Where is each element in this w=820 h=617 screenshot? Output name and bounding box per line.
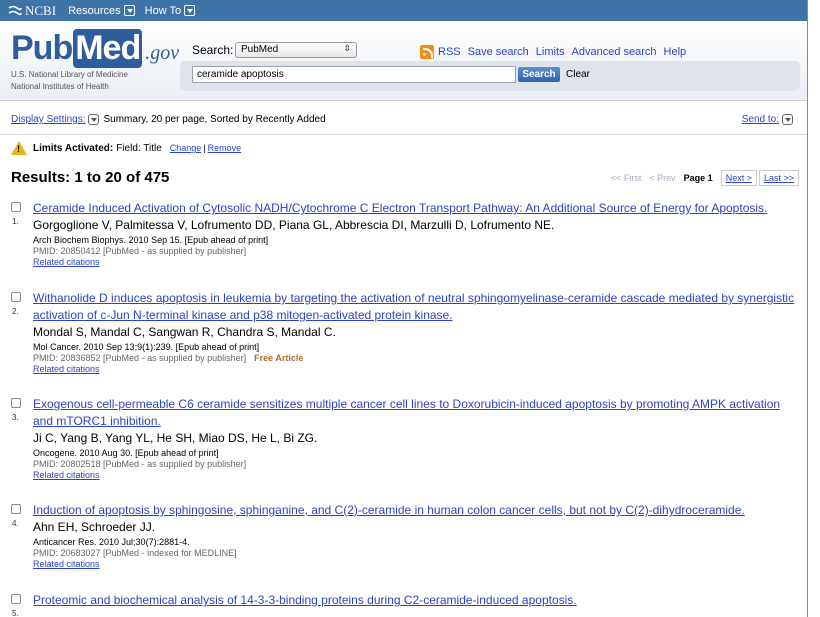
result-number: 3. — [12, 413, 19, 422]
chevron-down-icon[interactable] — [88, 114, 100, 125]
limits-remove-link[interactable]: Remove — [208, 143, 242, 153]
result-authors: Ji C, Yang B, Yang YL, He SH, Miao DS, H… — [33, 431, 318, 445]
result-title-link[interactable]: Withanolide D induces apoptosis in leuke… — [33, 290, 801, 324]
related-citations-link[interactable]: Related citations — [33, 470, 801, 481]
logo-subtitle-1: U.S. National Library of Medicine — [11, 70, 128, 79]
logo-subtitle-2: National Institutes of Health — [11, 82, 109, 91]
clear-button[interactable]: Clear — [566, 69, 590, 80]
logo-med: Med — [73, 29, 143, 68]
howto-label: How To — [144, 4, 182, 17]
search-label: Search: — [192, 43, 234, 57]
result-item-1: 1. Ceramide Induced Activation of Cytoso… — [11, 200, 801, 268]
resources-menu[interactable]: Resources — [68, 5, 135, 17]
database-select-value: PubMed — [241, 44, 279, 55]
ncbi-logo-icon — [8, 5, 22, 15]
result-authors: Gorgoglione V, Palmitessa V, Lofrumento … — [33, 218, 555, 232]
database-select[interactable]: PubMed ⇳ — [235, 42, 357, 58]
result-number: 5. — [12, 609, 19, 617]
result-item-3: 3. Exogenous cell-permeable C6 ceramide … — [11, 396, 801, 481]
chevron-down-icon — [123, 5, 135, 16]
help-link[interactable]: Help — [664, 46, 687, 58]
pager-current: Page 1 — [683, 173, 713, 183]
result-item-4: 4. Induction of apoptosis by sphingosine… — [11, 502, 801, 570]
select-arrows-icon: ⇳ — [343, 43, 351, 53]
ncbi-logo-text: NCBI — [25, 2, 57, 18]
result-checkbox[interactable] — [11, 292, 21, 302]
search-input[interactable] — [192, 66, 516, 83]
free-article-badge[interactable]: Free Article — [254, 353, 303, 363]
pager-next-button[interactable]: Next > — [720, 170, 757, 186]
divider — [0, 134, 807, 135]
related-citations-link[interactable]: Related citations — [33, 559, 801, 570]
result-title-link[interactable]: Proteomic and biochemical analysis of 14… — [33, 592, 801, 609]
howto-menu[interactable]: How To — [144, 4, 196, 17]
result-pmid: PMID: 20683027 [PubMed - indexed for MED… — [33, 548, 801, 559]
result-item-5: 5. Proteomic and biochemical analysis of… — [11, 592, 801, 617]
resources-label: Resources — [68, 4, 121, 17]
related-citations-link[interactable]: Related citations — [33, 257, 801, 268]
header-links: RSS Save search Limits Advanced search H… — [420, 45, 693, 59]
related-citations-link[interactable]: Related citations — [33, 364, 801, 375]
result-journal: Oncogene. 2010 Aug 30. [Epub ahead of pr… — [33, 448, 219, 458]
limits-value: Field: Title — [116, 142, 162, 154]
result-item-2: 2. Withanolide D induces apoptosis in le… — [11, 290, 801, 375]
limits-link[interactable]: Limits — [536, 46, 565, 58]
logo-pub: Pub — [11, 29, 73, 67]
display-settings-value: Summary, 20 per page, Sorted by Recently… — [103, 114, 326, 125]
result-journal: Arch Biochem Biophys. 2010 Sep 15. [Epub… — [33, 235, 269, 245]
result-checkbox[interactable] — [11, 202, 21, 212]
result-checkbox[interactable] — [11, 504, 21, 514]
result-number: 1. — [12, 217, 19, 226]
result-number: 4. — [12, 519, 19, 528]
result-journal: Mol Cancer. 2010 Sep 13;9(1):239. [Epub … — [33, 342, 260, 352]
result-authors: Mondal S, Mandal C, Sangwan R, Chandra S… — [33, 325, 336, 339]
pager-prev: < Prev — [649, 173, 676, 183]
ncbi-logo[interactable]: NCBI — [8, 3, 56, 19]
rss-icon[interactable] — [420, 45, 434, 59]
logo-gov: .gov — [145, 42, 180, 64]
results-title: Results: 1 to 20 of 475 — [11, 169, 170, 186]
pager-first: << First — [610, 173, 642, 183]
result-title-link[interactable]: Ceramide Induced Activation of Cytosolic… — [33, 200, 801, 217]
rss-link[interactable]: RSS — [438, 46, 461, 58]
pubmed-logo[interactable]: Pub Med .gov U.S. National Library of Me… — [11, 29, 179, 92]
result-checkbox[interactable] — [11, 398, 21, 408]
browser-frame: NCBI Resources How To Pub Med .gov U.S. … — [0, 0, 808, 617]
result-pmid: PMID: 20850412 [PubMed - as supplied by … — [33, 246, 801, 257]
result-pmid: PMID: 20802518 [PubMed - as supplied by … — [33, 459, 801, 470]
limits-label: Limits Activated: — [33, 142, 114, 154]
display-settings: Display Settings: Summary, 20 per page, … — [11, 114, 326, 125]
pager-last-button[interactable]: Last >> — [758, 170, 799, 186]
limits-change-link[interactable]: Change — [170, 143, 202, 153]
result-number: 2. — [12, 307, 19, 316]
chevron-down-icon — [184, 5, 196, 16]
display-settings-link[interactable]: Display Settings: — [11, 114, 85, 125]
search-button[interactable]: Search — [518, 67, 560, 82]
result-authors: Ahn EH, Schroeder JJ. — [33, 520, 156, 534]
warning-icon: ! — [11, 141, 27, 155]
pubmed-header: Pub Med .gov U.S. National Library of Me… — [0, 21, 807, 101]
limits-activated: ! Limits Activated: Field: Title Change … — [11, 141, 241, 155]
send-to: Send to: — [742, 114, 797, 125]
chevron-down-icon[interactable] — [782, 114, 793, 125]
ncbi-bar: NCBI Resources How To — [0, 0, 807, 21]
save-search-link[interactable]: Save search — [468, 46, 529, 58]
limits-separator: | — [203, 143, 206, 153]
result-pmid-text: PMID: 20836852 [PubMed - as supplied by … — [33, 353, 247, 363]
result-pmid-text: PMID: 20850412 [PubMed - as supplied by … — [33, 246, 247, 256]
send-to-link[interactable]: Send to: — [742, 114, 779, 125]
result-journal: Anticancer Res. 2010 Jul;30(7):2881-4. — [33, 537, 190, 547]
result-pmid: PMID: 20836852 [PubMed - as supplied by … — [33, 353, 801, 364]
result-title-link[interactable]: Induction of apoptosis by sphingosine, s… — [33, 502, 801, 519]
result-title-link[interactable]: Exogenous cell-permeable C6 ceramide sen… — [33, 396, 801, 430]
result-pmid-text: PMID: 20683027 [PubMed - indexed for MED… — [33, 548, 237, 558]
advanced-search-link[interactable]: Advanced search — [572, 46, 657, 58]
result-pmid-text: PMID: 20802518 [PubMed - as supplied by … — [33, 459, 247, 469]
result-checkbox[interactable] — [11, 594, 21, 604]
pager: << First < Prev Page 1 Next > Last >> — [611, 170, 799, 186]
